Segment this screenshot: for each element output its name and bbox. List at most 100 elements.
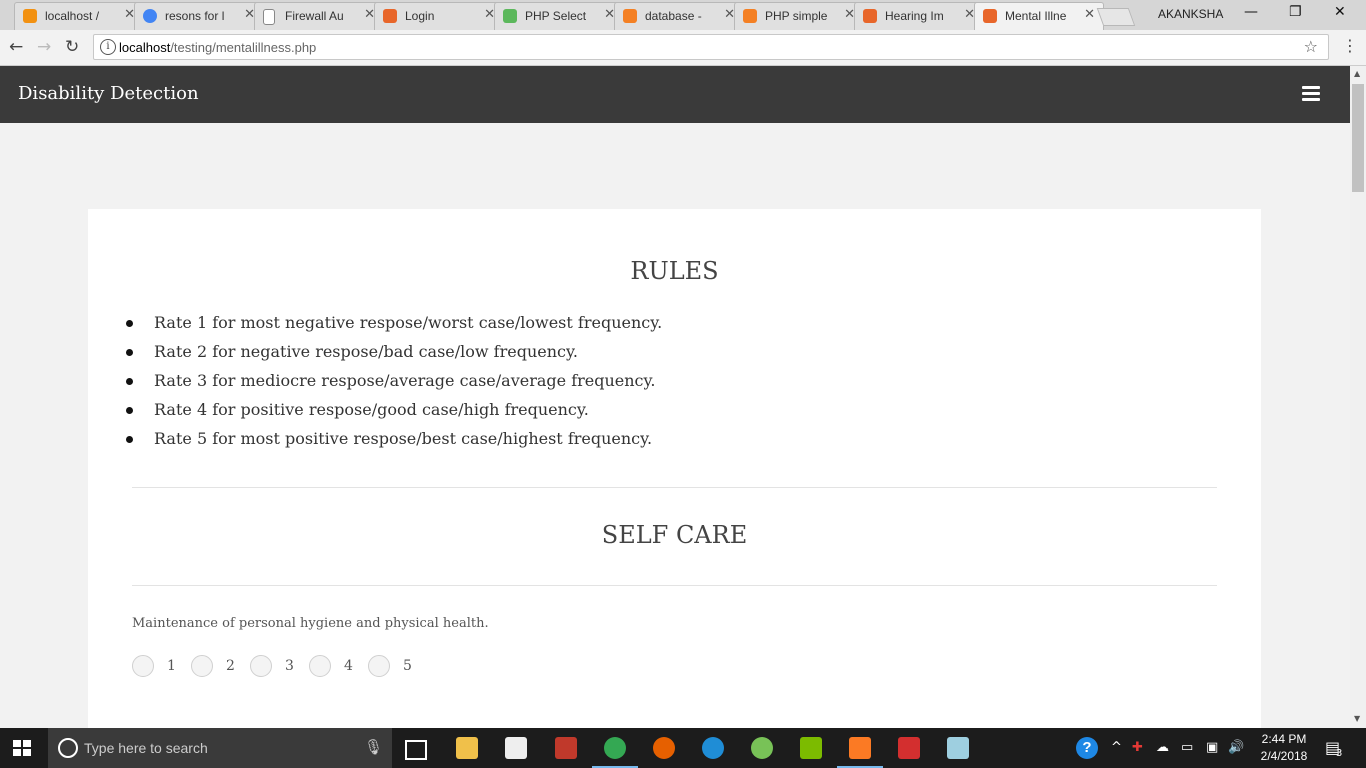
notification-count: 3 bbox=[1336, 748, 1343, 759]
reload-icon[interactable]: ↻ bbox=[65, 37, 79, 57]
radio-label[interactable]: 2 bbox=[226, 658, 235, 674]
brand-title[interactable]: Disability Detection bbox=[18, 83, 199, 104]
address-bar[interactable]: i localhost/testing/mentalillness.php ☆ bbox=[93, 34, 1329, 60]
app-icon[interactable] bbox=[702, 737, 724, 759]
radio-label[interactable]: 5 bbox=[403, 658, 412, 674]
radio-button[interactable] bbox=[191, 655, 213, 677]
close-window-icon[interactable]: ✕ bbox=[1334, 4, 1346, 20]
rule-item: Rate 4 for positive respose/good case/hi… bbox=[126, 400, 662, 429]
browser-tab[interactable]: Hearing Im ✕ bbox=[854, 2, 984, 30]
tab-label: Mental Illne bbox=[1005, 9, 1067, 23]
phpmyadmin-favicon-icon bbox=[23, 9, 37, 23]
xampp-favicon-icon bbox=[983, 9, 997, 23]
url-path: /testing/mentalillness.php bbox=[170, 40, 317, 55]
clock-date: 2/4/2018 bbox=[1260, 749, 1308, 763]
tab-label: Firewall Au bbox=[285, 9, 344, 23]
radio-button[interactable] bbox=[132, 655, 154, 677]
acrobat-icon[interactable] bbox=[898, 737, 920, 759]
bullet-icon bbox=[126, 436, 133, 443]
browser-tab[interactable]: PHP Select ✕ bbox=[494, 2, 624, 30]
bookmark-star-icon[interactable]: ☆ bbox=[1304, 37, 1318, 56]
xampp-favicon-icon bbox=[863, 9, 877, 23]
tab-label: localhost / bbox=[45, 9, 100, 23]
chrome-icon[interactable] bbox=[592, 737, 638, 768]
browser-menu-icon[interactable]: ⋮ bbox=[1342, 36, 1358, 55]
tab-label: database - bbox=[645, 9, 702, 23]
show-hidden-icons-icon[interactable]: ^ bbox=[1111, 740, 1122, 755]
forward-icon[interactable]: → bbox=[37, 37, 51, 57]
form-card: RULES Rate 1 for most negative respose/w… bbox=[88, 209, 1261, 728]
w3schools-favicon-icon bbox=[503, 9, 517, 23]
browser-tab-strip: localhost / ✕ resons for l ✕ Firewall Au… bbox=[0, 0, 1366, 31]
xampp-icon[interactable] bbox=[837, 737, 883, 768]
filezilla-icon[interactable] bbox=[555, 737, 577, 759]
volume-icon[interactable]: 🔊 bbox=[1228, 740, 1244, 755]
restore-icon[interactable]: ❐ bbox=[1289, 4, 1302, 20]
tab-label: PHP simple bbox=[765, 9, 827, 23]
rule-item: Rate 2 for negative respose/bad case/low… bbox=[126, 342, 662, 371]
android-studio-icon[interactable] bbox=[751, 737, 773, 759]
divider bbox=[132, 585, 1217, 586]
browser-tab[interactable]: localhost / ✕ bbox=[14, 2, 144, 30]
rule-text: Rate 4 for positive respose/good case/hi… bbox=[154, 400, 589, 419]
rule-text: Rate 3 for mediocre respose/average case… bbox=[154, 371, 656, 390]
windows-start-icon[interactable] bbox=[13, 740, 31, 756]
scrollbar-thumb[interactable] bbox=[1352, 84, 1364, 192]
network-icon[interactable]: ▭ bbox=[1181, 740, 1193, 755]
bullet-icon bbox=[126, 349, 133, 356]
office-icon[interactable] bbox=[800, 737, 822, 759]
url-host: localhost bbox=[119, 40, 171, 55]
task-view-icon[interactable] bbox=[405, 740, 427, 760]
file-explorer-icon[interactable] bbox=[456, 737, 478, 759]
browser-tab-active[interactable]: Mental Illne ✕ bbox=[974, 2, 1104, 31]
browser-toolbar: ← → ↻ i localhost/testing/mentalillness.… bbox=[0, 30, 1366, 66]
notepad-icon[interactable] bbox=[947, 737, 969, 759]
browser-tab[interactable]: Firewall Au ✕ bbox=[254, 2, 384, 30]
app-navbar: Disability Detection bbox=[0, 66, 1350, 123]
clock-time: 2:44 PM bbox=[1261, 732, 1307, 746]
rule-text: Rate 2 for negative respose/bad case/low… bbox=[154, 342, 578, 361]
browser-tab[interactable]: Login ✕ bbox=[374, 2, 504, 30]
close-tab-icon[interactable]: ✕ bbox=[1084, 7, 1095, 22]
radio-label[interactable]: 3 bbox=[285, 658, 294, 674]
firefox-icon[interactable] bbox=[653, 737, 675, 759]
scroll-up-icon[interactable]: ▲ bbox=[1354, 69, 1360, 78]
browser-tab[interactable]: database - ✕ bbox=[614, 2, 744, 30]
antivirus-icon[interactable]: ✚ bbox=[1132, 740, 1143, 755]
taskbar-clock[interactable]: 2:44 PM 2/4/2018 bbox=[1256, 731, 1312, 765]
rules-list: Rate 1 for most negative respose/worst c… bbox=[126, 313, 662, 458]
bullet-icon bbox=[126, 320, 133, 327]
tab-label: Login bbox=[405, 9, 435, 23]
scroll-down-icon[interactable]: ▼ bbox=[1354, 714, 1360, 723]
profile-name[interactable]: AKANKSHA bbox=[1158, 7, 1223, 21]
radio-label[interactable]: 4 bbox=[344, 658, 353, 674]
question-text: Maintenance of personal hygiene and phys… bbox=[132, 616, 489, 631]
cortana-icon bbox=[58, 738, 78, 758]
hamburger-menu-icon[interactable] bbox=[1302, 86, 1320, 102]
back-icon[interactable]: ← bbox=[9, 37, 23, 57]
browser-tab[interactable]: resons for l ✕ bbox=[134, 2, 264, 30]
browser-tab[interactable]: PHP simple ✕ bbox=[734, 2, 864, 30]
page-scrollbar[interactable]: ▲ ▼ bbox=[1350, 66, 1366, 728]
info-icon[interactable]: i bbox=[100, 39, 116, 55]
help-icon[interactable]: ? bbox=[1076, 737, 1098, 759]
url-text[interactable]: localhost/testing/mentalillness.php bbox=[119, 40, 316, 55]
radio-button[interactable] bbox=[309, 655, 331, 677]
tab-label: resons for l bbox=[165, 9, 225, 23]
rule-item: Rate 1 for most negative respose/worst c… bbox=[126, 313, 662, 342]
rule-item: Rate 3 for mediocre respose/average case… bbox=[126, 371, 662, 400]
store-icon[interactable] bbox=[505, 737, 527, 759]
onedrive-icon[interactable]: ☁ bbox=[1156, 740, 1169, 755]
taskbar-search[interactable]: Type here to search 🎙 bbox=[48, 728, 392, 768]
radio-label[interactable]: 1 bbox=[167, 658, 176, 674]
radio-button[interactable] bbox=[368, 655, 390, 677]
document-favicon-icon bbox=[263, 9, 275, 25]
xampp-favicon-icon bbox=[383, 9, 397, 23]
minimize-icon[interactable]: — bbox=[1244, 4, 1258, 20]
windows-taskbar: Type here to search 🎙 ? ^ ✚ ☁ ▭ ▣ 🔊 2:44… bbox=[0, 728, 1366, 768]
radio-button[interactable] bbox=[250, 655, 272, 677]
new-tab-button[interactable] bbox=[1096, 8, 1136, 26]
microphone-icon[interactable]: 🎙 bbox=[364, 738, 383, 756]
battery-icon[interactable]: ▣ bbox=[1206, 740, 1218, 755]
rules-heading: RULES bbox=[630, 257, 719, 285]
